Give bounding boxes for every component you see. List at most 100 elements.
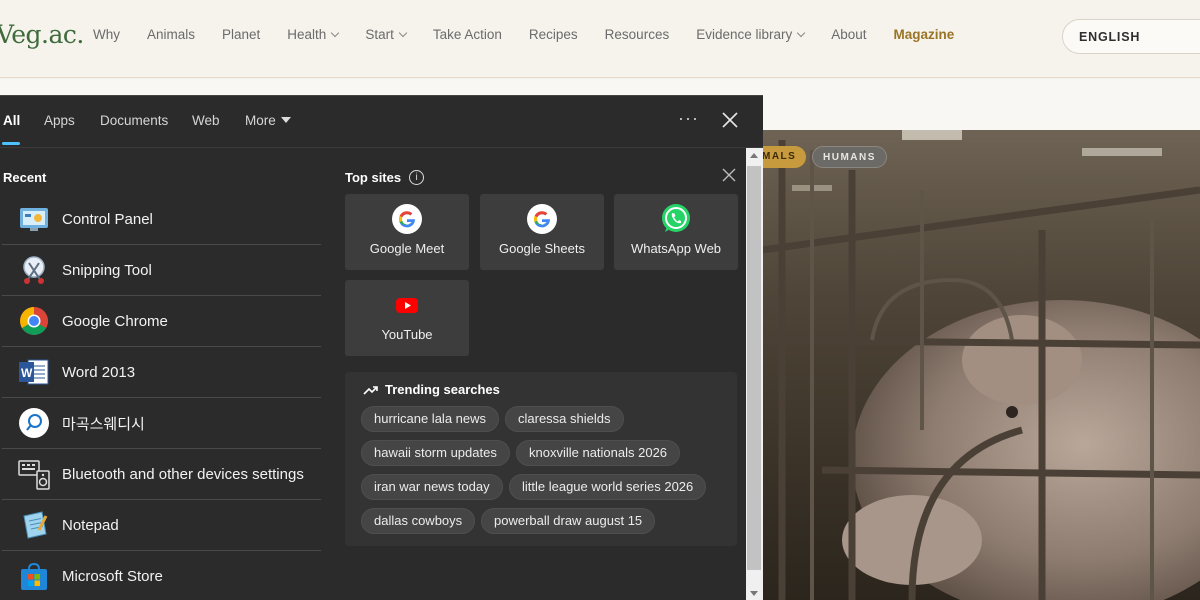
- top-site-google-sheets[interactable]: Google Sheets: [480, 194, 604, 270]
- nav-label: Why: [93, 27, 120, 42]
- nav-label: Take Action: [432, 27, 502, 42]
- trending-up-icon: [363, 385, 378, 395]
- trending-heading: Trending searches: [363, 382, 500, 397]
- nav-evidence-library[interactable]: Evidence library: [696, 27, 806, 42]
- top-site-google-meet[interactable]: Google Meet: [345, 194, 469, 270]
- youtube-icon: [396, 298, 418, 313]
- recent-item-label: Notepad: [62, 516, 119, 534]
- scroll-down-arrow-icon[interactable]: [750, 591, 758, 596]
- language-selector[interactable]: ENGLISH: [1062, 19, 1200, 54]
- hero-image-pig-in-cage: MALS HUMANS: [762, 130, 1200, 600]
- notepad-icon: [18, 509, 50, 541]
- top-site-youtube[interactable]: YouTube: [345, 280, 469, 356]
- close-icon[interactable]: [720, 110, 740, 130]
- google-icon: [527, 204, 557, 234]
- chevron-down-icon: [797, 28, 806, 37]
- nav-start[interactable]: Start: [365, 27, 408, 42]
- trending-heading-label: Trending searches: [385, 382, 500, 397]
- recent-item-snipping-tool[interactable]: Snipping Tool: [2, 245, 321, 296]
- site-nav: Why Animals Planet Health Start Take Act…: [93, 27, 981, 42]
- word-icon: W: [18, 356, 50, 388]
- svg-text:W: W: [21, 366, 33, 380]
- recent-item-label: Google Chrome: [62, 312, 168, 330]
- more-options-button[interactable]: ···: [678, 108, 699, 129]
- recent-item-label: Word 2013: [62, 363, 136, 381]
- scrollbar-thumb[interactable]: [747, 166, 761, 570]
- site-logo[interactable]: Veg.ac.: [0, 20, 84, 49]
- pig-photo-illustration: [762, 130, 1200, 600]
- info-icon[interactable]: i: [409, 170, 425, 185]
- search-icon: [18, 407, 50, 439]
- caret-down-icon: [280, 117, 291, 123]
- recent-item-notepad[interactable]: Notepad: [2, 500, 321, 551]
- trending-chip[interactable]: powerball draw august 15: [481, 508, 656, 534]
- tab-more[interactable]: More: [245, 113, 291, 128]
- recent-item-control-panel[interactable]: Control Panel: [2, 194, 321, 245]
- trending-chip[interactable]: claressa shields: [505, 406, 624, 432]
- trending-chip[interactable]: hurricane lala news: [361, 406, 500, 432]
- nav-magazine[interactable]: Magazine: [894, 27, 955, 42]
- whatsapp-icon: [662, 204, 690, 232]
- tab-web[interactable]: Web: [192, 113, 220, 128]
- panel-scrollbar[interactable]: [746, 148, 763, 600]
- top-sites-heading: Top sites i: [345, 170, 425, 185]
- nav-take-action[interactable]: Take Action: [433, 27, 502, 42]
- recent-item-label: Microsoft Store: [62, 568, 163, 585]
- chevron-down-icon: [398, 28, 408, 37]
- site-header: Veg.ac. Why Animals Planet Health Start …: [0, 0, 1200, 78]
- nav-label: Planet: [222, 27, 261, 42]
- chevron-down-icon: [331, 28, 340, 37]
- trending-chip[interactable]: iran war news today: [361, 474, 503, 500]
- trending-searches-card: Trending searches hurricane lala news cl…: [345, 372, 737, 546]
- recent-item-microsoft-store[interactable]: Microsoft Store: [2, 551, 321, 600]
- nav-about[interactable]: About: [831, 27, 866, 42]
- tab-all[interactable]: All: [3, 113, 20, 128]
- nav-animals[interactable]: Animals: [147, 27, 195, 42]
- recent-item-bluetooth-settings[interactable]: Bluetooth and other devices settings: [2, 449, 321, 500]
- recent-item-google-chrome[interactable]: Google Chrome: [2, 296, 321, 347]
- nav-why[interactable]: Why: [93, 27, 120, 42]
- dismiss-top-sites-icon[interactable]: [722, 168, 736, 182]
- recent-item-word-2013[interactable]: W Word 2013: [2, 347, 321, 398]
- bluetooth-devices-icon: [18, 458, 50, 490]
- nav-label: Animals: [147, 27, 196, 42]
- trending-chip[interactable]: little league world series 2026: [509, 474, 707, 500]
- recent-heading: Recent: [3, 170, 47, 185]
- snipping-tool-icon: [18, 254, 50, 286]
- nav-health[interactable]: Health: [287, 27, 340, 42]
- trending-chip[interactable]: dallas cowboys: [361, 508, 476, 534]
- nav-label: Evidence library: [696, 27, 793, 42]
- trending-chip[interactable]: hawaii storm updates: [361, 440, 510, 466]
- search-tabs: All Apps Documents Web More ···: [0, 96, 763, 148]
- chrome-icon: [18, 305, 50, 337]
- tab-more-label: More: [245, 113, 276, 128]
- recent-list: Control Panel Snipping Tool Google Chrom…: [2, 194, 321, 600]
- tile-label: Google Sheets: [498, 241, 585, 256]
- nav-label: Recipes: [528, 27, 578, 42]
- nav-label: Health: [287, 27, 327, 42]
- nav-planet[interactable]: Planet: [222, 27, 260, 42]
- tab-apps[interactable]: Apps: [44, 113, 75, 128]
- nav-recipes[interactable]: Recipes: [529, 27, 578, 42]
- top-site-whatsapp-web[interactable]: WhatsApp Web: [614, 194, 738, 270]
- tile-label: Google Meet: [369, 241, 445, 256]
- recent-item-label: 마곡스웨디시: [62, 415, 145, 433]
- tag-animals[interactable]: MALS: [762, 146, 807, 168]
- tile-label: WhatsApp Web: [630, 241, 722, 256]
- recent-item-label: Snipping Tool: [62, 261, 152, 279]
- top-sites-heading-label: Top sites: [345, 170, 402, 185]
- trending-chip[interactable]: knoxville nationals 2026: [516, 440, 681, 466]
- recent-item-web-search[interactable]: 마곡스웨디시: [2, 398, 321, 449]
- search-panel: All Apps Documents Web More ··· Recent C…: [0, 95, 763, 600]
- nav-label: Resources: [604, 27, 670, 42]
- nav-label: About: [831, 27, 867, 42]
- active-tab-indicator: [2, 142, 20, 145]
- tile-label: YouTube: [381, 327, 433, 342]
- nav-label: Start: [365, 27, 394, 42]
- nav-label: Magazine: [893, 27, 955, 42]
- tag-humans[interactable]: HUMANS: [812, 146, 887, 168]
- tab-documents[interactable]: Documents: [100, 113, 168, 128]
- control-panel-icon: [18, 203, 50, 235]
- nav-resources[interactable]: Resources: [605, 27, 670, 42]
- scroll-up-arrow-icon[interactable]: [750, 153, 758, 158]
